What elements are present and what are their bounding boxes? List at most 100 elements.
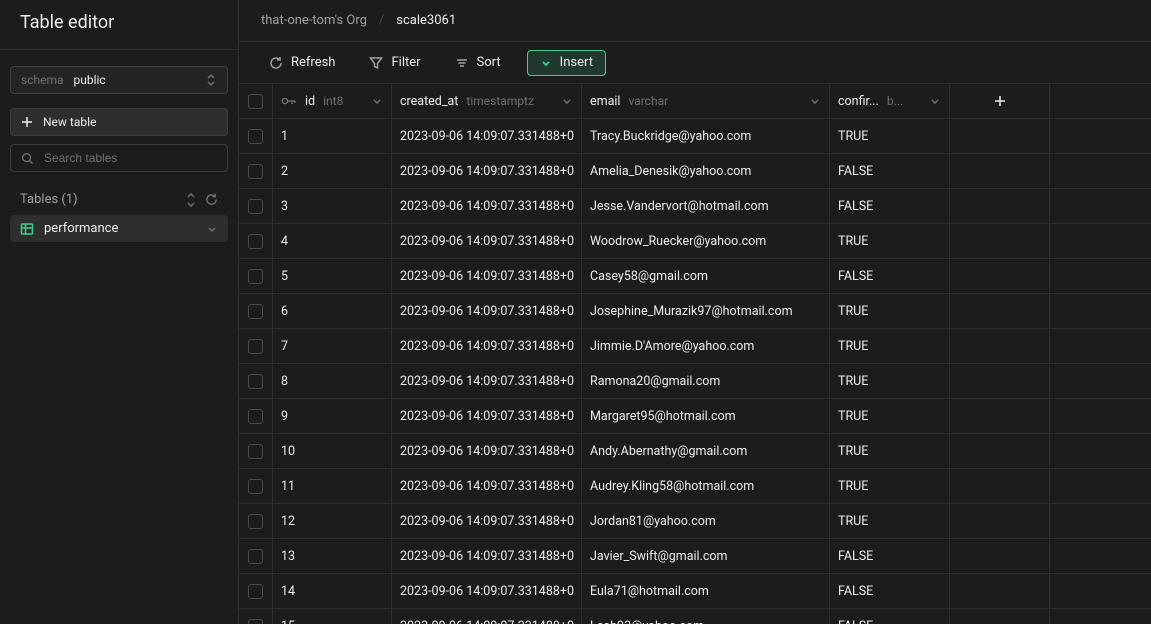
cell-id[interactable]: 7 [273,329,392,363]
table-row[interactable]: 142023-09-06 14:09:07.331488+0Eula71@hot… [239,574,1151,609]
row-select-cell[interactable] [239,609,273,624]
cell-email[interactable]: Amelia_Denesik@yahoo.com [582,154,830,188]
row-select-cell[interactable] [239,189,273,223]
column-header-email[interactable]: email varchar [582,84,830,118]
refresh-tables-icon[interactable] [205,193,218,206]
row-checkbox[interactable] [248,514,263,529]
cell-email[interactable]: Andy.Abernathy@gmail.com [582,434,830,468]
cell-created-at[interactable]: 2023-09-06 14:09:07.331488+0 [392,609,582,624]
row-checkbox[interactable] [248,584,263,599]
cell-email[interactable]: Javier_Swift@gmail.com [582,539,830,573]
cell-id[interactable]: 3 [273,189,392,223]
cell-created-at[interactable]: 2023-09-06 14:09:07.331488+0 [392,259,582,293]
cell-created-at[interactable]: 2023-09-06 14:09:07.331488+0 [392,539,582,573]
cell-id[interactable]: 6 [273,294,392,328]
row-select-cell[interactable] [239,469,273,503]
cell-confirmed[interactable]: TRUE [830,469,950,503]
cell-id[interactable]: 15 [273,609,392,624]
cell-id[interactable]: 4 [273,224,392,258]
cell-confirmed[interactable]: TRUE [830,434,950,468]
cell-id[interactable]: 10 [273,434,392,468]
cell-confirmed[interactable]: FALSE [830,539,950,573]
cell-confirmed[interactable]: FALSE [830,574,950,608]
row-checkbox[interactable] [248,619,263,624]
cell-created-at[interactable]: 2023-09-06 14:09:07.331488+0 [392,469,582,503]
cell-confirmed[interactable]: FALSE [830,154,950,188]
cell-email[interactable]: Margaret95@hotmail.com [582,399,830,433]
row-checkbox[interactable] [248,199,263,214]
row-checkbox[interactable] [248,339,263,354]
cell-id[interactable]: 1 [273,119,392,153]
cell-confirmed[interactable]: TRUE [830,224,950,258]
cell-confirmed[interactable]: TRUE [830,119,950,153]
row-select-cell[interactable] [239,259,273,293]
cell-created-at[interactable]: 2023-09-06 14:09:07.331488+0 [392,364,582,398]
row-select-cell[interactable] [239,364,273,398]
cell-created-at[interactable]: 2023-09-06 14:09:07.331488+0 [392,224,582,258]
table-row[interactable]: 82023-09-06 14:09:07.331488+0Ramona20@gm… [239,364,1151,399]
table-row[interactable]: 12023-09-06 14:09:07.331488+0Tracy.Buckr… [239,119,1151,154]
cell-id[interactable]: 11 [273,469,392,503]
cell-confirmed[interactable]: FALSE [830,609,950,624]
cell-created-at[interactable]: 2023-09-06 14:09:07.331488+0 [392,294,582,328]
select-all-checkbox[interactable] [248,94,263,109]
cell-id[interactable]: 2 [273,154,392,188]
filter-button[interactable]: Filter [361,51,428,74]
cell-email[interactable]: Tracy.Buckridge@yahoo.com [582,119,830,153]
cell-created-at[interactable]: 2023-09-06 14:09:07.331488+0 [392,189,582,223]
cell-created-at[interactable]: 2023-09-06 14:09:07.331488+0 [392,574,582,608]
row-select-cell[interactable] [239,329,273,363]
cell-confirmed[interactable]: TRUE [830,294,950,328]
table-row[interactable]: 152023-09-06 14:09:07.331488+0Leah93@yah… [239,609,1151,624]
row-checkbox[interactable] [248,444,263,459]
row-checkbox[interactable] [248,549,263,564]
cell-created-at[interactable]: 2023-09-06 14:09:07.331488+0 [392,329,582,363]
cell-confirmed[interactable]: TRUE [830,399,950,433]
cell-id[interactable]: 14 [273,574,392,608]
row-select-cell[interactable] [239,154,273,188]
search-tables-input[interactable] [44,151,217,165]
table-row[interactable]: 22023-09-06 14:09:07.331488+0Amelia_Dene… [239,154,1151,189]
row-checkbox[interactable] [248,234,263,249]
cell-confirmed[interactable]: TRUE [830,364,950,398]
cell-id[interactable]: 5 [273,259,392,293]
row-select-cell[interactable] [239,574,273,608]
breadcrumb-project[interactable]: scale3061 [396,13,456,28]
refresh-button[interactable]: Refresh [261,51,343,74]
table-row[interactable]: 112023-09-06 14:09:07.331488+0Audrey.Kli… [239,469,1151,504]
cell-email[interactable]: Jordan81@yahoo.com [582,504,830,538]
chevron-down-icon[interactable] [929,95,941,107]
insert-button[interactable]: Insert [527,50,606,76]
row-select-cell[interactable] [239,294,273,328]
row-select-cell[interactable] [239,119,273,153]
table-row[interactable]: 102023-09-06 14:09:07.331488+0Andy.Abern… [239,434,1151,469]
row-select-cell[interactable] [239,434,273,468]
cell-email[interactable]: Jesse.Vandervort@hotmail.com [582,189,830,223]
cell-id[interactable]: 13 [273,539,392,573]
table-row[interactable]: 92023-09-06 14:09:07.331488+0Margaret95@… [239,399,1151,434]
row-checkbox[interactable] [248,374,263,389]
row-select-cell[interactable] [239,399,273,433]
column-header-created-at[interactable]: created_at timestamptz [392,84,582,118]
cell-created-at[interactable]: 2023-09-06 14:09:07.331488+0 [392,434,582,468]
cell-confirmed[interactable]: TRUE [830,504,950,538]
cell-confirmed[interactable]: FALSE [830,259,950,293]
search-tables-wrap[interactable] [10,144,228,172]
table-row[interactable]: 42023-09-06 14:09:07.331488+0Woodrow_Rue… [239,224,1151,259]
cell-email[interactable]: Jimmie.D'Amore@yahoo.com [582,329,830,363]
cell-email[interactable]: Josephine_Murazik97@hotmail.com [582,294,830,328]
cell-email[interactable]: Casey58@gmail.com [582,259,830,293]
row-checkbox[interactable] [248,164,263,179]
sort-button[interactable]: Sort [447,51,509,74]
cell-created-at[interactable]: 2023-09-06 14:09:07.331488+0 [392,119,582,153]
table-row[interactable]: 62023-09-06 14:09:07.331488+0Josephine_M… [239,294,1151,329]
row-checkbox[interactable] [248,409,263,424]
chevron-down-icon[interactable] [561,95,573,107]
cell-id[interactable]: 12 [273,504,392,538]
collapse-all-icon[interactable] [185,193,197,207]
cell-id[interactable]: 8 [273,364,392,398]
cell-id[interactable]: 9 [273,399,392,433]
cell-email[interactable]: Leah93@yahoo.com [582,609,830,624]
new-table-button[interactable]: New table [10,108,228,136]
cell-created-at[interactable]: 2023-09-06 14:09:07.331488+0 [392,154,582,188]
